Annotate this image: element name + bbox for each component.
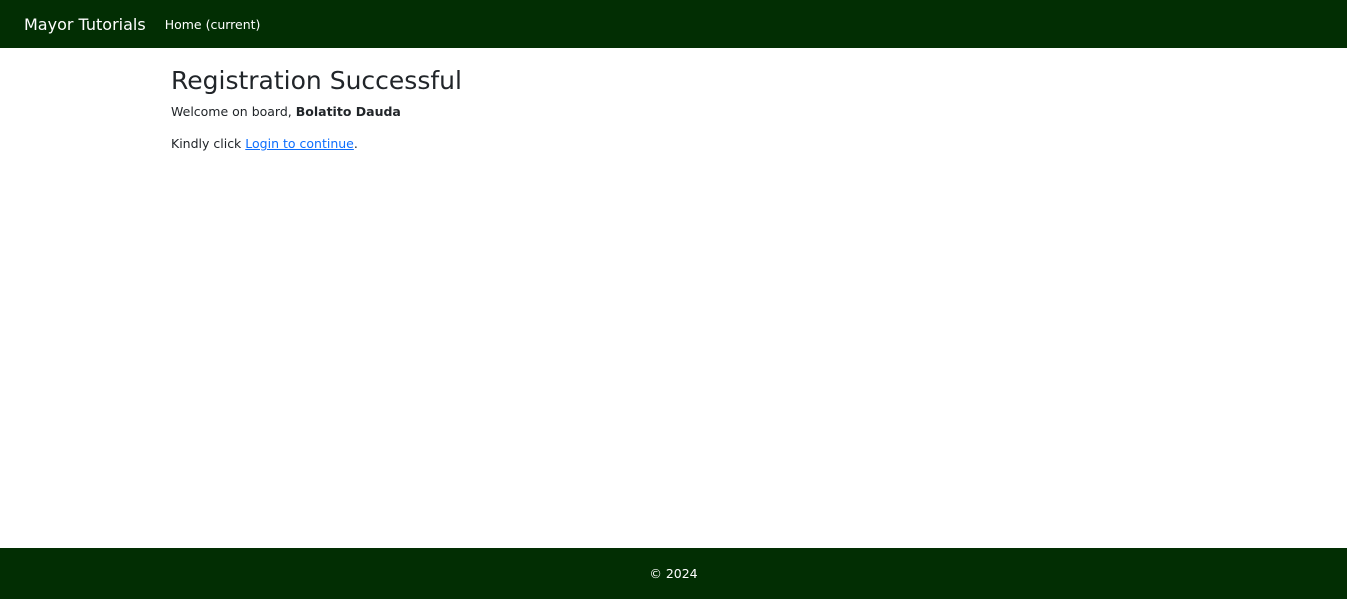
page-title: Registration Successful [171,66,462,95]
top-navbar: Mayor Tutorials Home (current) [0,0,1347,48]
user-name: Bolatito Dauda [295,104,401,119]
login-instruction-prefix: Kindly click [171,136,246,151]
login-instruction: Kindly click Login to continue. [171,135,462,152]
login-instruction-suffix: . [353,136,358,151]
brand-link[interactable]: Mayor Tutorials [24,15,146,34]
nav-home-link[interactable]: Home (current) [165,17,261,32]
copyright-text: © 2024 [649,566,698,581]
login-link[interactable]: Login to continue [245,136,354,151]
welcome-message: Welcome on board, Bolatito Dauda [171,103,462,120]
main-content: Registration Successful Welcome on board… [171,62,462,152]
welcome-prefix: Welcome on board, [171,104,296,119]
footer: © 2024 [0,548,1347,599]
